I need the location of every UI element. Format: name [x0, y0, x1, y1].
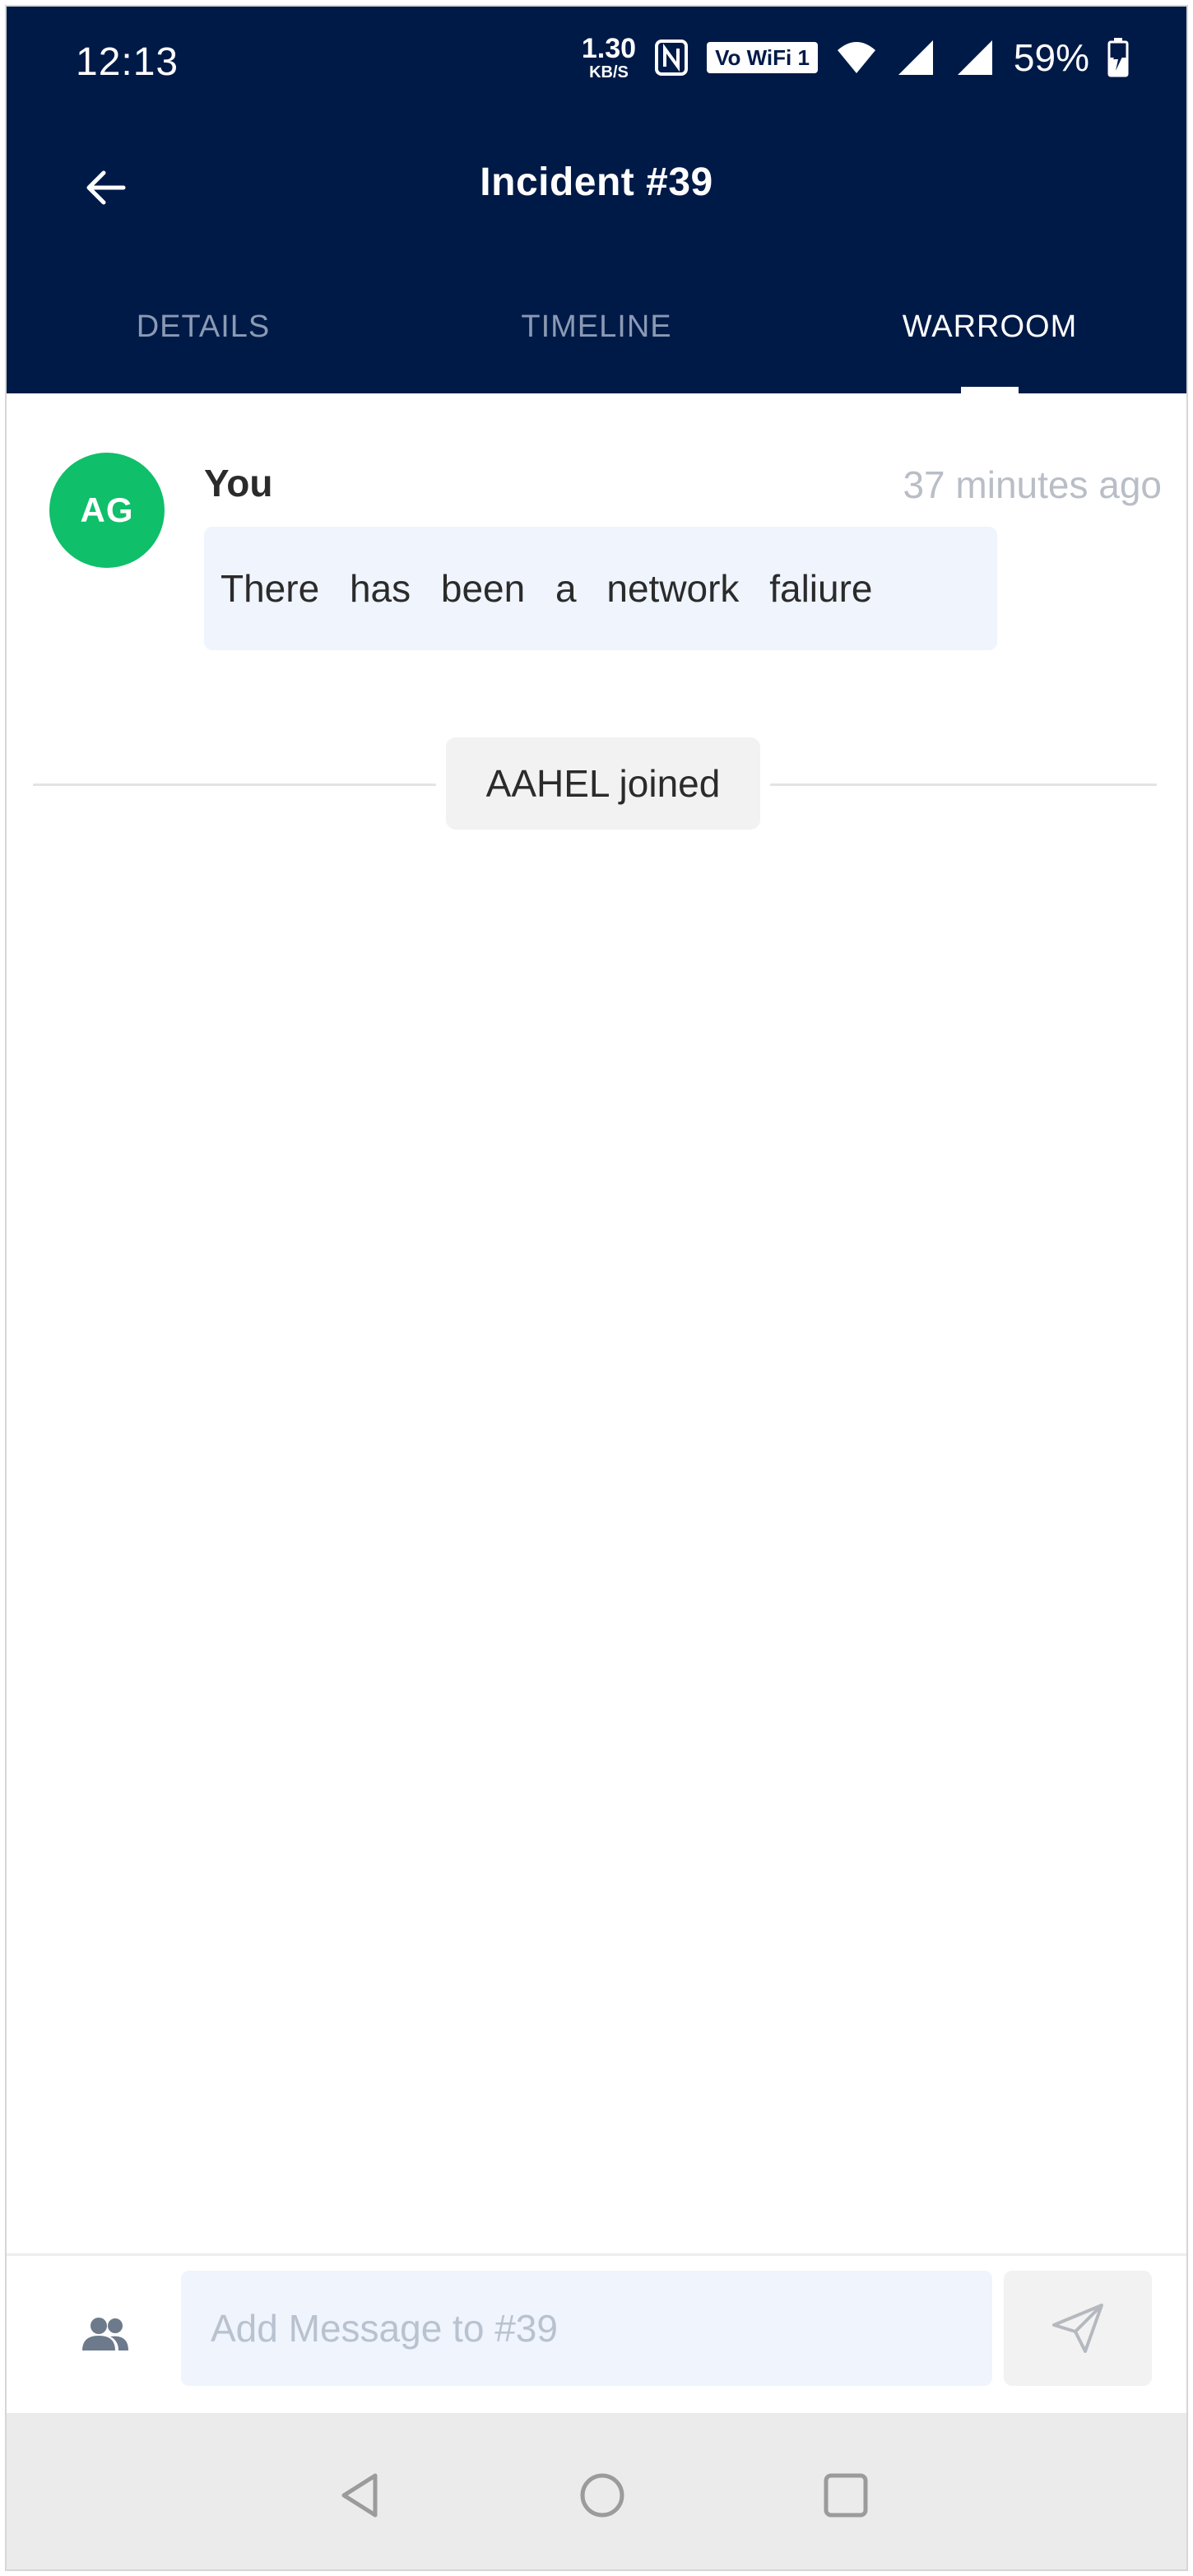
divider-line-left: [33, 783, 436, 786]
send-button[interactable]: [1004, 2271, 1152, 2386]
active-tab-indicator: [961, 387, 1019, 393]
message-timestamp: 37 minutes ago: [903, 463, 1162, 506]
header: 12:13 1.30 KB/S Vo WiFi 1 59% Incident #…: [7, 7, 1186, 393]
status-bar: 12:13 1.30 KB/S Vo WiFi 1 59%: [7, 7, 1186, 114]
app-bar: Incident #39: [7, 130, 1186, 237]
system-event-text: AAHEL joined: [485, 762, 721, 805]
nav-recents-button[interactable]: [813, 2462, 879, 2528]
message-text: There has been a network faliure: [220, 567, 873, 610]
signal-icon: [957, 40, 992, 75]
page-title: Incident #39: [480, 160, 713, 204]
system-nav-bar: [7, 2413, 1186, 2569]
participants-button[interactable]: [72, 2305, 138, 2363]
network-speed: 1.30 KB/S: [582, 35, 636, 81]
status-time: 12:13: [76, 40, 179, 84]
nav-home-button[interactable]: [569, 2462, 635, 2528]
triangle-back-icon: [341, 2473, 378, 2518]
signal-icon: [898, 40, 933, 75]
message-bubble[interactable]: There has been a network faliure: [204, 527, 997, 650]
tab-details[interactable]: DETAILS: [7, 278, 400, 393]
message-composer: [7, 2253, 1186, 2418]
battery-charging-icon: [1107, 38, 1129, 77]
circle-home-icon: [580, 2473, 624, 2518]
nfc-icon: [655, 40, 689, 76]
nav-back-button[interactable]: [327, 2462, 393, 2528]
wifi-icon: [837, 42, 875, 73]
tab-warroom[interactable]: WARROOM: [793, 278, 1186, 393]
square-recents-icon: [824, 2473, 868, 2518]
tab-warroom-label: WARROOM: [902, 309, 1078, 344]
message-input[interactable]: [181, 2271, 992, 2386]
network-speed-unit: KB/S: [589, 63, 629, 81]
tab-bar: DETAILS TIMELINE WARROOM: [7, 278, 1186, 393]
divider-line-right: [770, 783, 1157, 786]
battery-percent: 59%: [1013, 36, 1089, 79]
status-icons: 1.30 KB/S Vo WiFi 1 59%: [582, 35, 1129, 81]
tab-details-label: DETAILS: [136, 309, 271, 344]
message-author: You: [204, 462, 273, 505]
avatar: AG: [49, 453, 165, 568]
system-event-chip: AAHEL joined: [446, 737, 760, 830]
app-frame: 12:13 1.30 KB/S Vo WiFi 1 59% Incident #…: [5, 5, 1188, 2571]
vowifi-badge: Vo WiFi 1: [707, 42, 818, 73]
tab-timeline-label: TIMELINE: [521, 309, 672, 344]
tab-timeline[interactable]: TIMELINE: [400, 278, 793, 393]
send-icon: [1052, 2304, 1103, 2353]
chat-area: AG You 37 minutes ago There has been a n…: [7, 393, 1186, 2253]
people-icon: [82, 2318, 128, 2350]
network-speed-value: 1.30: [581, 33, 637, 64]
